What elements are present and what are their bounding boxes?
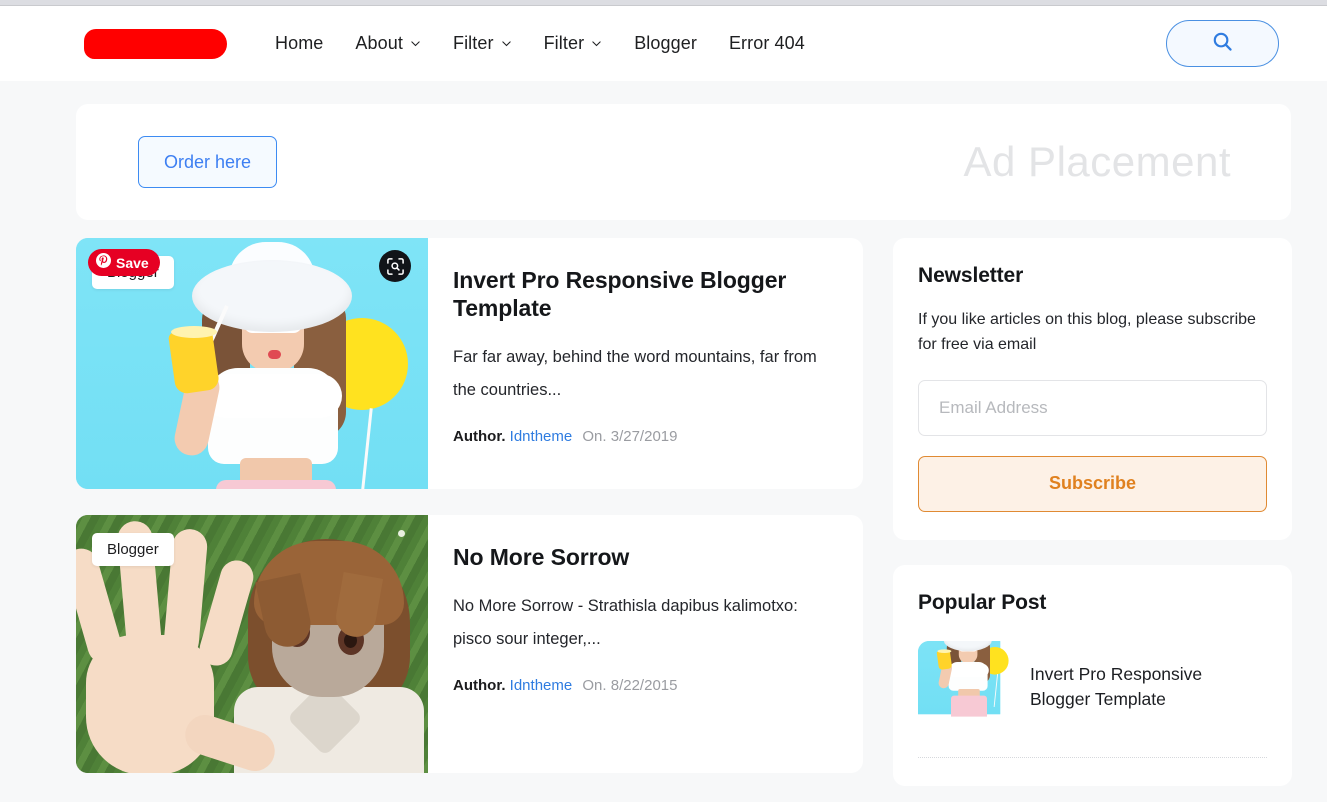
search-button[interactable] [1166,20,1279,67]
nav-label: Filter [452,33,494,53]
ad-placement-label: Ad Placement [963,138,1231,185]
post-excerpt: No More Sorrow - Strathisla dapibus kali… [453,597,798,649]
popular-post-image [918,640,1009,717]
search-icon [1212,31,1233,57]
nav-item-error-404[interactable]: Error 404 [713,25,821,62]
popular-post-thumbnail[interactable] [918,640,1010,733]
nav-label: Error 404 [728,33,805,53]
sidebar: Newsletter If you like articles on this … [893,238,1292,802]
site-header: Home About Filter Filter Blogger Error 4… [0,6,1327,81]
post-content: No More Sorrow No More Sorrow - Strathis… [428,515,863,773]
post-thumbnail[interactable]: Blogger [76,515,428,773]
newsletter-title: Newsletter [918,264,1024,287]
post-card[interactable]: Blogger No More Sorrow No More Sorrow - … [76,515,863,773]
order-here-button[interactable]: Order here [138,136,277,188]
newsletter-description: If you like articles on this blog, pleas… [918,311,1256,353]
popular-post-widget: Popular Post Invert Pro Responsive Blogg… [893,564,1292,786]
post-category-badge[interactable]: Blogger [92,533,174,566]
popular-post-title: Popular Post [918,590,1047,614]
search-area [1166,20,1279,67]
nav-label: Filter [543,33,585,53]
post-thumbnail[interactable]: Blogger Save [76,238,428,489]
content-area: Blogger Save [76,238,1292,802]
nav-label: About [355,33,403,53]
post-meta: Author. Idntheme On. 8/22/2015 [453,677,833,694]
newsletter-widget: Newsletter If you like articles on this … [893,238,1292,540]
post-content: Invert Pro Responsive Blogger Template F… [428,238,863,489]
post-date: On. 8/22/2015 [582,677,678,695]
nav-item-blogger[interactable]: Blogger [618,25,713,62]
author-label: Author. [453,428,506,446]
nav-item-filter-1[interactable]: Filter [437,25,528,62]
post-title[interactable]: Invert Pro Responsive Blogger Template [453,266,833,322]
chevron-down-icon [410,38,421,49]
nav-label: Home [275,33,324,53]
author-name-link[interactable]: Idntheme [510,428,573,445]
ad-placement-card: Order here Ad Placement [76,104,1291,220]
author-label: Author. [453,677,506,695]
post-card[interactable]: Blogger Save [76,238,863,489]
list-divider [918,756,1267,758]
pinterest-save-button[interactable]: Save [88,249,160,276]
post-meta: Author. Idntheme On. 3/27/2019 [453,428,833,445]
post-date: On. 3/27/2019 [582,428,678,446]
pinterest-icon [96,252,111,273]
page-body: Order here Ad Placement Save Invert Pro … [0,81,1327,802]
post-list: Blogger Save [76,238,863,802]
main-navigation: Home About Filter Filter Blogger Error 4… [259,25,821,62]
post-title[interactable]: No More Sorrow [453,543,833,571]
pinterest-save-label: Save [116,254,149,271]
nav-item-about[interactable]: About [339,25,437,62]
nav-item-filter-2[interactable]: Filter [528,25,619,62]
email-field[interactable] [918,379,1267,436]
author-name-link[interactable]: Idntheme [510,677,573,694]
chevron-down-icon [591,38,602,49]
nav-label: Blogger [634,33,697,53]
nav-item-home[interactable]: Home [259,25,339,62]
pinterest-visual-search-icon[interactable] [379,250,411,282]
list-item[interactable]: Invert Pro Responsive Blogger Template [918,640,1267,733]
chevron-down-icon [501,38,512,49]
post-excerpt: Far far away, behind the word mountains,… [453,348,817,400]
subscribe-button[interactable]: Subscribe [918,455,1267,512]
site-logo-redacted[interactable] [84,28,227,59]
popular-post-item-title[interactable]: Invert Pro Responsive Blogger Template [1030,662,1267,711]
